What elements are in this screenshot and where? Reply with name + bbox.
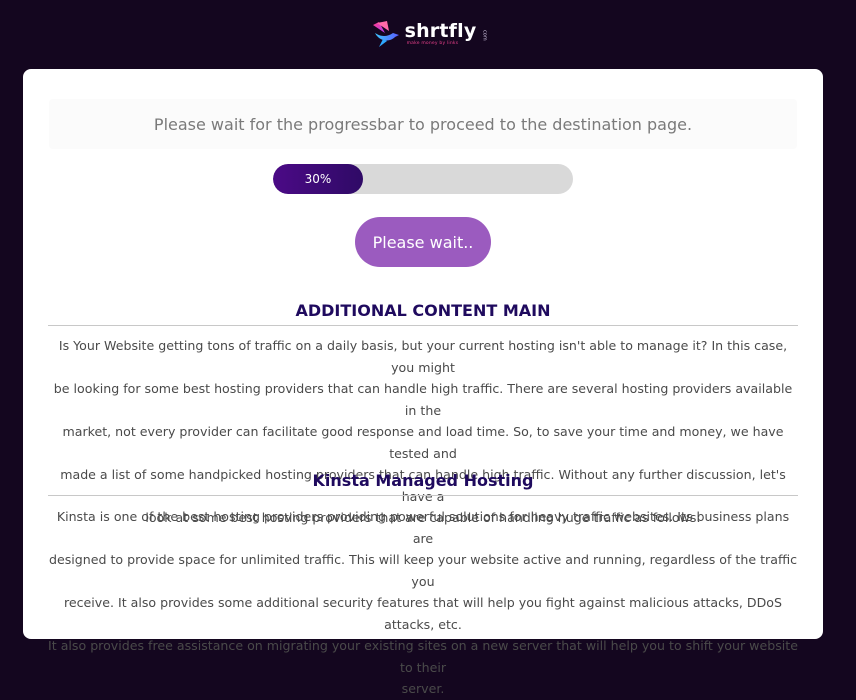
hummingbird-logo-icon [372,21,399,47]
wait-notice-text: Please wait for the progressbar to proce… [153,114,693,134]
section-heading-kinsta: Kinsta Managed Hosting [312,471,534,490]
paragraph-line: designed to provide space for unlimited … [48,552,798,589]
brand-domain-suffix: com [481,29,488,41]
content-card: Please wait for the progressbar to proce… [23,69,823,696]
brand-tagline: make money by links [406,41,459,46]
section-divider [48,325,798,326]
progress-label: 30% [304,172,332,186]
section-paragraph-additional-content: Is Your Website getting tons of traffic … [48,335,798,529]
please-wait-button[interactable]: Please wait.. [355,217,491,267]
section-divider [48,495,798,496]
paragraph-line: Kinsta is one of the best hosting provid… [56,509,790,546]
progress-fill: 30% [273,164,363,194]
paragraph-line: receive. It also provides some additiona… [63,595,783,632]
paragraph-line: market, not every provider can facilitat… [62,424,784,461]
section-paragraph-kinsta: Kinsta is one of the best hosting provid… [48,506,798,700]
paragraph-line: It also provides free assistance on migr… [48,638,798,675]
paragraph-line: be looking for some best hosting provide… [53,381,793,418]
please-wait-label: Please wait.. [372,232,474,252]
section-heading-additional-content: ADDITIONAL CONTENT MAIN [295,301,551,320]
progress-bar: 30% [273,164,573,194]
top-bar: shrtfly make money by links com [0,0,856,68]
paragraph-line: Is Your Website getting tons of traffic … [58,338,788,375]
paragraph-line: server. [401,681,445,696]
wait-notice: Please wait for the progressbar to proce… [49,99,797,149]
brand-name: shrtfly [404,20,477,42]
brand-logo[interactable]: shrtfly make money by links com [369,19,488,49]
